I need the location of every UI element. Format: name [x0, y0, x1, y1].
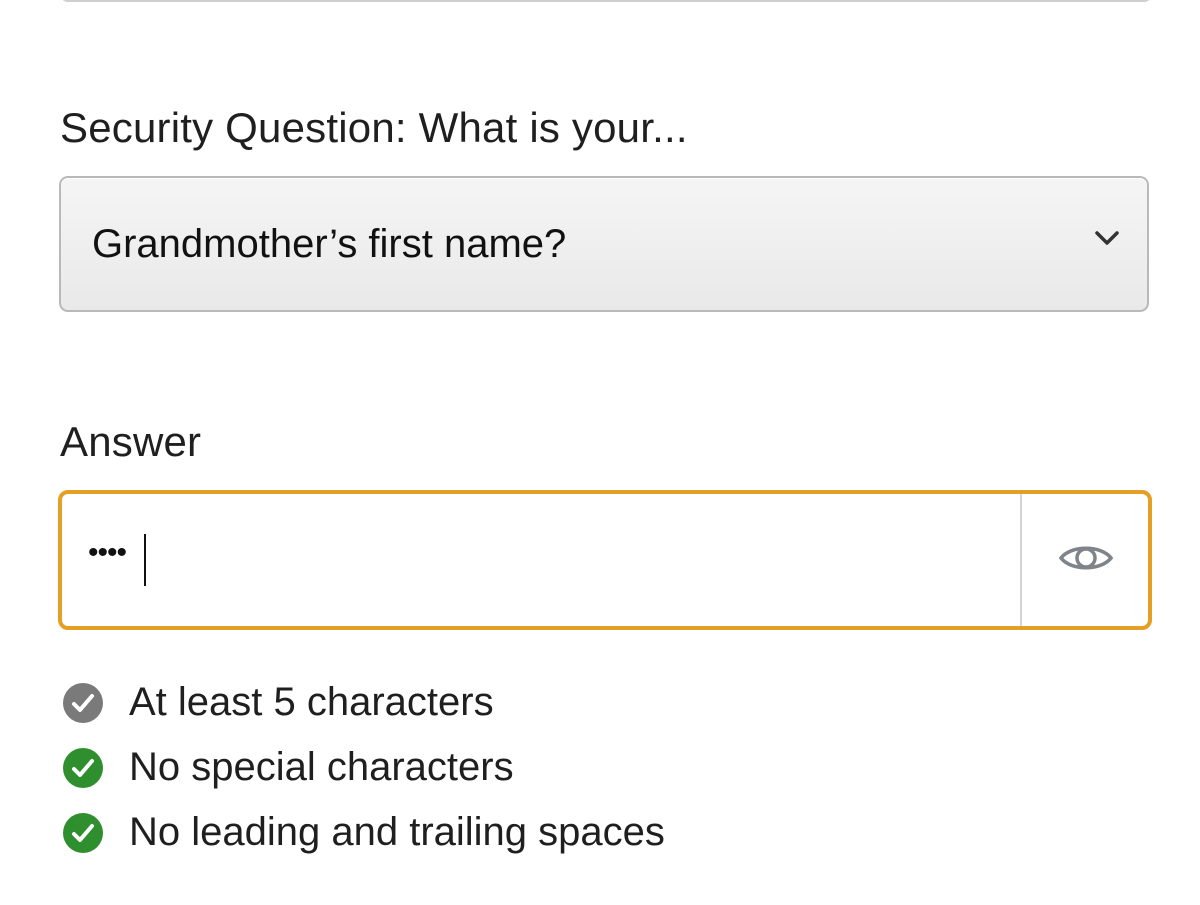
check-circle-icon [63, 748, 103, 788]
show-password-toggle[interactable] [1020, 494, 1148, 626]
requirement-text: At least 5 characters [129, 680, 494, 724]
answer-requirements-list: At least 5 characters No special charact… [62, 676, 665, 871]
check-circle-icon [63, 683, 103, 723]
eye-icon [1058, 546, 1114, 570]
security-question-label: Security Question: What is your... [60, 104, 688, 151]
chevron-down-icon [1095, 231, 1119, 245]
requirement-min-length: At least 5 characters [62, 676, 665, 741]
previous-field-edge [60, 0, 1152, 2]
requirement-text: No special characters [129, 745, 514, 789]
text-cursor [144, 534, 146, 586]
check-circle-icon [63, 813, 103, 853]
security-question-form: Security Question: What is your... Grand… [0, 0, 1200, 905]
requirement-no-special-characters: No special characters [62, 741, 665, 806]
answer-field-container: •••• [58, 490, 1152, 630]
answer-label: Answer [60, 418, 202, 465]
requirement-no-leading-trailing-spaces: No leading and trailing spaces [62, 806, 665, 871]
security-question-selected-value: Grandmother’s first name? [92, 222, 567, 266]
requirement-text: No leading and trailing spaces [129, 810, 665, 854]
security-question-select[interactable]: Grandmother’s first name? [59, 176, 1149, 312]
answer-input[interactable]: •••• [88, 536, 127, 570]
